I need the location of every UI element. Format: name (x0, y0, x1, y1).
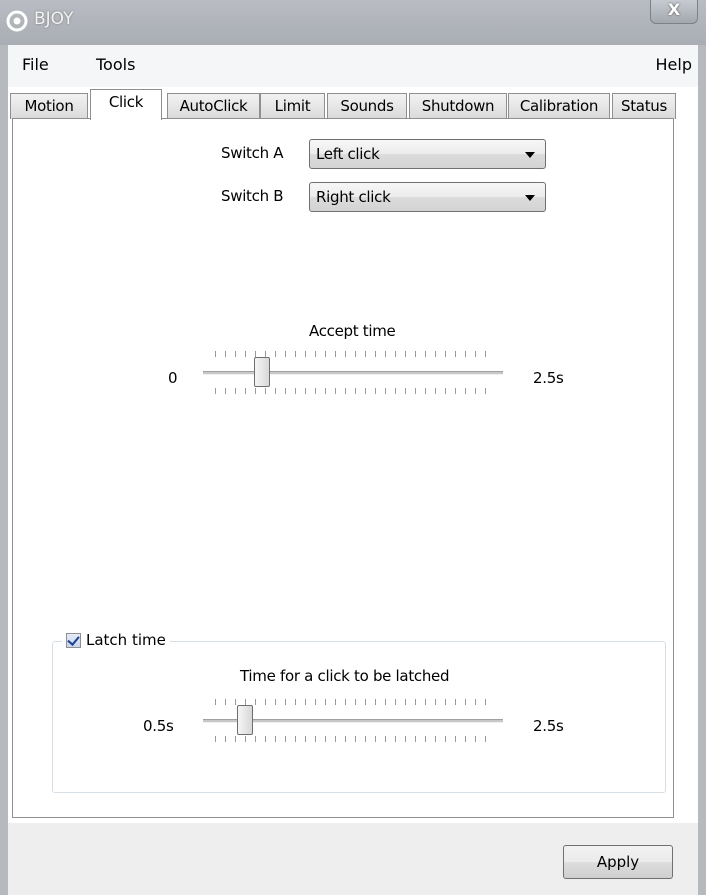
slider-ticks-bottom (215, 736, 495, 742)
latch-time-min-label: 0.5s (143, 717, 174, 735)
button-bar: Apply (8, 823, 698, 895)
window-title: BJOY (34, 9, 74, 29)
switch-b-dropdown[interactable]: Right click (309, 182, 546, 212)
tab-autoclick[interactable]: AutoClick (167, 93, 260, 119)
tab-click[interactable]: Click (90, 89, 162, 120)
window-client: File Tools Help Motion Click AutoClick L… (8, 45, 698, 895)
latch-checkbox-row[interactable]: Latch time (62, 628, 170, 652)
switch-a-value: Left click (316, 145, 380, 163)
switch-b-value: Right click (316, 188, 391, 206)
chevron-down-icon (525, 152, 535, 158)
latch-checkbox-label: Latch time (86, 631, 166, 649)
window-border-right (698, 45, 706, 895)
menu-tools[interactable]: Tools (96, 55, 135, 74)
title-bar: BJOY X (0, 0, 706, 45)
switch-b-label: Switch B (221, 187, 284, 205)
slider-ticks-bottom (215, 388, 495, 394)
menu-help[interactable]: Help (656, 55, 692, 74)
menu-bar: File Tools Help (8, 45, 698, 87)
click-tab-panel: Switch A Left click Switch B Right click… (12, 118, 674, 818)
tab-calibration[interactable]: Calibration (508, 93, 610, 119)
latch-checkbox[interactable] (66, 632, 81, 648)
accept-time-min-label: 0 (168, 369, 178, 387)
accept-time-title: Accept time (309, 322, 396, 340)
tab-shutdown[interactable]: Shutdown (409, 93, 507, 119)
tab-strip: Motion Click AutoClick Limit Sounds Shut… (8, 89, 698, 120)
accept-time-slider-thumb[interactable] (254, 357, 270, 387)
latch-time-slider-thumb[interactable] (237, 705, 253, 735)
accept-time-slider[interactable] (203, 351, 503, 395)
app-logo-icon (6, 10, 28, 32)
chevron-down-icon (525, 195, 535, 201)
window-border-left (0, 45, 8, 895)
latch-time-max-label: 2.5s (533, 717, 564, 735)
close-button[interactable]: X (650, 0, 698, 24)
tab-status[interactable]: Status (612, 93, 676, 119)
tab-motion[interactable]: Motion (10, 93, 88, 119)
checkmark-icon (67, 632, 80, 646)
switch-a-dropdown[interactable]: Left click (309, 139, 546, 169)
latch-time-slider[interactable] (203, 699, 503, 743)
menu-file[interactable]: File (22, 55, 49, 74)
tab-sounds[interactable]: Sounds (327, 93, 407, 119)
slider-track (203, 371, 503, 375)
accept-time-max-label: 2.5s (533, 369, 564, 387)
latch-time-title: Time for a click to be latched (240, 667, 450, 685)
apply-button[interactable]: Apply (563, 845, 673, 879)
slider-ticks-top (215, 699, 495, 705)
tab-limit[interactable]: Limit (260, 93, 325, 119)
switch-a-label: Switch A (221, 144, 284, 162)
